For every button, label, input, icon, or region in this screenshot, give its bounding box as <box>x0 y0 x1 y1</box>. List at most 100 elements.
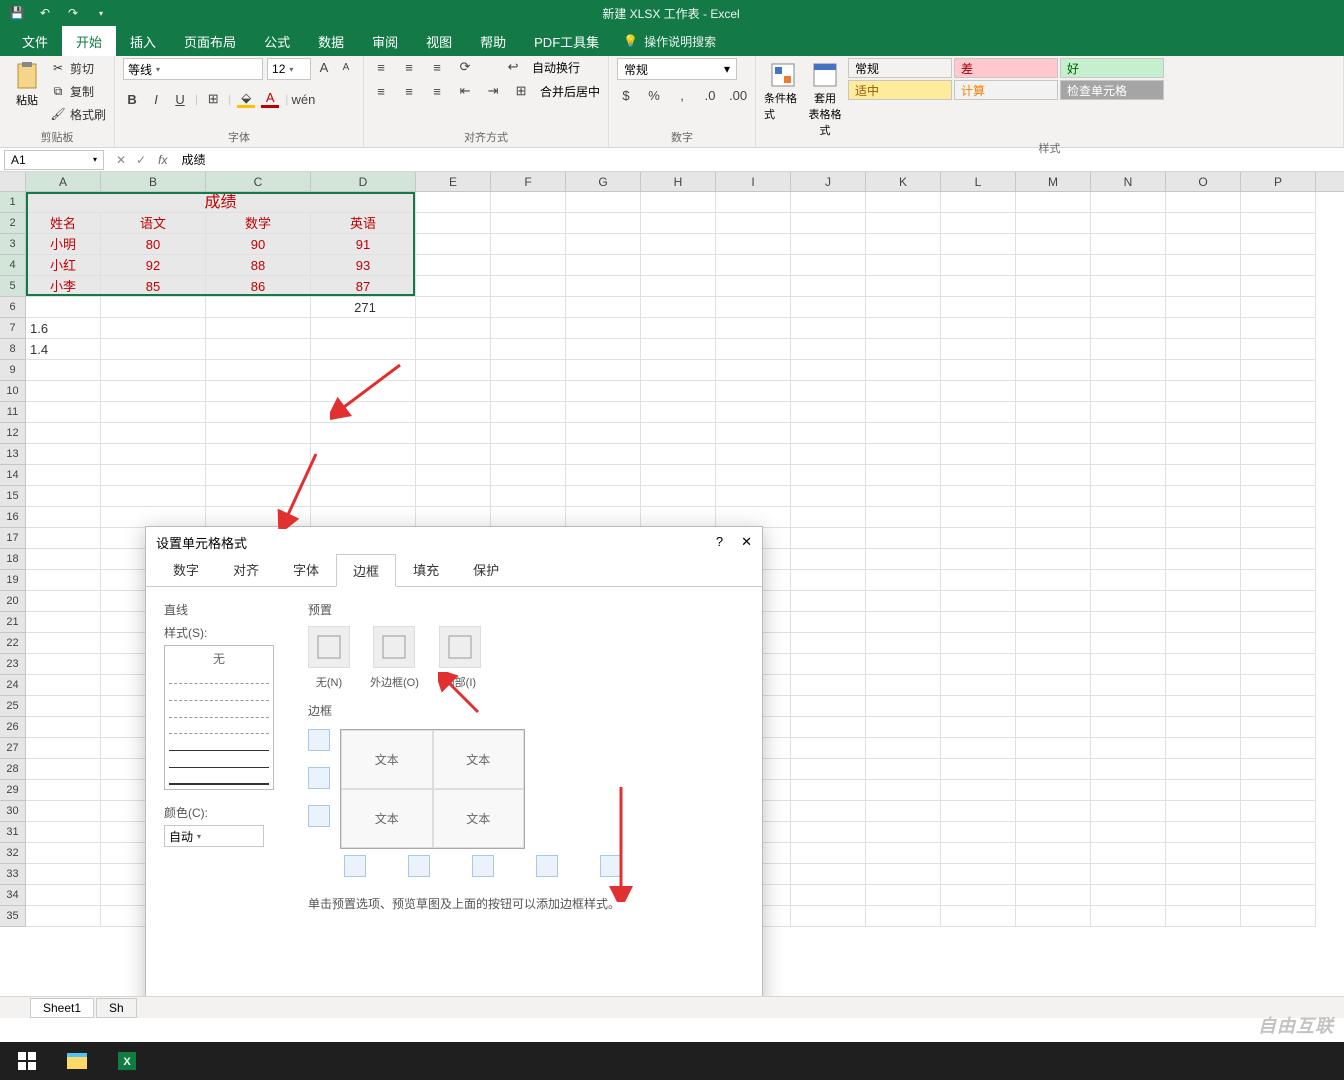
row-header[interactable]: 33 <box>0 864 26 885</box>
cell[interactable] <box>791 381 866 402</box>
cell[interactable] <box>941 234 1016 255</box>
cell[interactable] <box>206 444 311 465</box>
row-header[interactable]: 5 <box>0 276 26 297</box>
cell[interactable] <box>1241 591 1316 612</box>
cell[interactable] <box>26 402 101 423</box>
cell[interactable] <box>1016 423 1091 444</box>
cell[interactable] <box>1091 822 1166 843</box>
cell[interactable] <box>1241 465 1316 486</box>
cell[interactable] <box>1166 528 1241 549</box>
cell[interactable] <box>491 255 566 276</box>
cell[interactable] <box>791 213 866 234</box>
cell[interactable] <box>1241 654 1316 675</box>
paste-button[interactable]: 粘贴 <box>8 58 46 108</box>
cell[interactable] <box>866 339 941 360</box>
row-header[interactable]: 7 <box>0 318 26 339</box>
column-header[interactable]: B <box>101 172 206 191</box>
cell[interactable] <box>101 381 206 402</box>
cell[interactable] <box>26 465 101 486</box>
cell[interactable] <box>491 318 566 339</box>
cell[interactable] <box>1091 549 1166 570</box>
cell[interactable] <box>1241 843 1316 864</box>
cell[interactable] <box>1241 906 1316 927</box>
cell[interactable] <box>641 255 716 276</box>
cell[interactable] <box>1016 654 1091 675</box>
row-header[interactable]: 9 <box>0 360 26 381</box>
cell[interactable] <box>716 297 791 318</box>
cell[interactable] <box>1166 318 1241 339</box>
percent-icon[interactable]: % <box>645 86 663 104</box>
cell[interactable] <box>1091 591 1166 612</box>
cell[interactable] <box>1166 423 1241 444</box>
cell[interactable] <box>1241 738 1316 759</box>
cell[interactable] <box>866 549 941 570</box>
dialog-tab[interactable]: 数字 <box>156 553 216 586</box>
row-header[interactable]: 13 <box>0 444 26 465</box>
cell[interactable] <box>1091 843 1166 864</box>
cell[interactable] <box>1166 402 1241 423</box>
cell[interactable] <box>1241 234 1316 255</box>
cell[interactable] <box>641 423 716 444</box>
dialog-tab[interactable]: 对齐 <box>216 553 276 586</box>
cell[interactable] <box>866 780 941 801</box>
border-color-combo[interactable]: 自动▾ <box>164 825 264 847</box>
cell[interactable] <box>1016 675 1091 696</box>
cell[interactable] <box>1241 780 1316 801</box>
phonetic-button[interactable]: wén <box>294 90 312 108</box>
cell[interactable] <box>1091 780 1166 801</box>
cell[interactable] <box>1166 339 1241 360</box>
cell[interactable]: 姓名 <box>26 213 101 234</box>
cell[interactable] <box>791 570 866 591</box>
cell[interactable] <box>866 402 941 423</box>
column-header[interactable]: L <box>941 172 1016 191</box>
column-header[interactable]: O <box>1166 172 1241 191</box>
cell[interactable] <box>491 444 566 465</box>
cell[interactable] <box>791 255 866 276</box>
cell[interactable] <box>1166 654 1241 675</box>
cell[interactable]: 1.6 <box>26 318 101 339</box>
cell[interactable] <box>716 360 791 381</box>
cell[interactable] <box>26 423 101 444</box>
cell[interactable] <box>566 255 641 276</box>
cell[interactable] <box>416 423 491 444</box>
cell[interactable] <box>566 465 641 486</box>
tab-help[interactable]: 帮助 <box>466 26 520 56</box>
cell[interactable] <box>1091 192 1166 213</box>
cell[interactable] <box>791 612 866 633</box>
cell[interactable] <box>1166 486 1241 507</box>
cell[interactable] <box>311 381 416 402</box>
cell[interactable] <box>1016 759 1091 780</box>
cell[interactable] <box>566 381 641 402</box>
cell[interactable] <box>716 234 791 255</box>
cell[interactable] <box>791 675 866 696</box>
cell[interactable] <box>1241 507 1316 528</box>
cell[interactable] <box>791 717 866 738</box>
cell[interactable] <box>1091 864 1166 885</box>
excel-taskbar-icon[interactable]: X <box>106 1046 148 1076</box>
number-format-combo[interactable]: 常规▾ <box>617 58 737 80</box>
cell[interactable] <box>416 486 491 507</box>
style-neutral[interactable]: 适中 <box>848 80 952 100</box>
style-normal[interactable]: 常规 <box>848 58 952 78</box>
cell[interactable] <box>866 906 941 927</box>
cell[interactable] <box>866 192 941 213</box>
row-header[interactable]: 2 <box>0 213 26 234</box>
cell[interactable]: 87 <box>311 276 416 297</box>
cell[interactable] <box>1091 528 1166 549</box>
row-header[interactable]: 6 <box>0 297 26 318</box>
cell[interactable] <box>716 423 791 444</box>
cell[interactable] <box>206 318 311 339</box>
cell[interactable] <box>866 801 941 822</box>
cell[interactable] <box>866 759 941 780</box>
cell[interactable] <box>311 318 416 339</box>
cell[interactable] <box>1166 213 1241 234</box>
column-header[interactable]: D <box>311 172 416 191</box>
cell[interactable] <box>1091 612 1166 633</box>
bold-button[interactable]: B <box>123 90 141 108</box>
fx-icon[interactable]: fx <box>158 153 175 167</box>
cell[interactable] <box>791 822 866 843</box>
cell[interactable] <box>1016 255 1091 276</box>
cell[interactable] <box>416 339 491 360</box>
cell[interactable] <box>26 696 101 717</box>
cell[interactable] <box>1241 759 1316 780</box>
